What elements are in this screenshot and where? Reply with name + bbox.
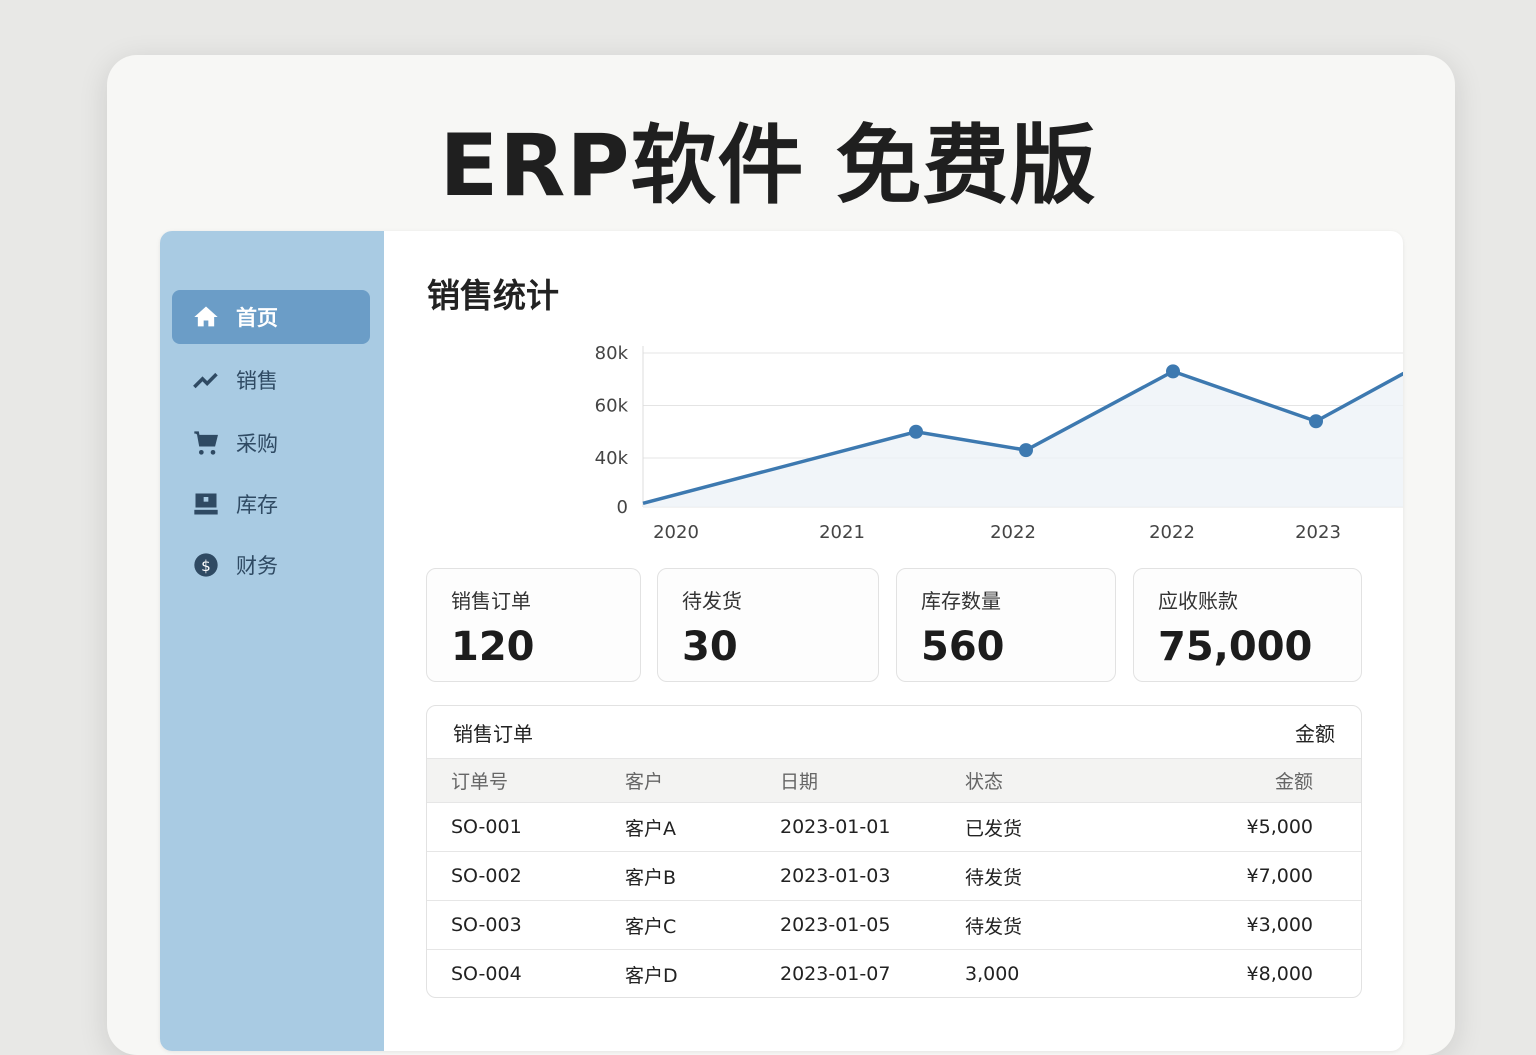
svg-text:$: $ — [201, 557, 211, 575]
data-point — [1166, 364, 1180, 379]
stat-card-receivable: 应收账款 75,000 — [1133, 568, 1362, 682]
column-header[interactable]: 客户 — [625, 767, 663, 794]
y-tick-label: 0 — [617, 497, 628, 518]
table-cell: 2023-01-01 — [780, 816, 891, 838]
stat-label: 应收账款 — [1158, 589, 1238, 613]
data-point — [909, 424, 923, 439]
sidebar-item-label: 库存 — [236, 493, 278, 517]
table-cell: 2023-01-07 — [780, 963, 891, 985]
sidebar-item-inventory[interactable]: 库存 — [172, 477, 370, 531]
table-cell: 客户B — [625, 866, 677, 889]
table-cell: 3,000 — [965, 963, 1020, 985]
stat-value: 120 — [451, 624, 535, 670]
column-header[interactable]: 订单号 — [451, 767, 508, 794]
table-row[interactable]: SO-004 客户D 2023-01-07 3,000 ¥8,000 — [427, 949, 1361, 997]
sidebar-item-sales[interactable]: 销售 — [172, 353, 370, 407]
page-title: ERP软件 免费版 — [439, 116, 1097, 216]
data-point — [1309, 414, 1323, 429]
table-row[interactable]: SO-003 客户C 2023-01-05 待发货 ¥3,000 — [427, 900, 1361, 949]
stat-card-inventory: 库存数量 560 — [896, 568, 1116, 682]
table-row[interactable]: SO-001 客户A 2023-01-01 已发货 ¥5,000 — [427, 802, 1361, 851]
column-header[interactable]: 金额 — [1275, 767, 1313, 794]
orders-table: 销售订单 金额 订单号 客户 日期 状态 金额 SO-001 客户A 2023-01-… — [426, 705, 1362, 998]
column-header[interactable]: 日期 — [780, 767, 818, 794]
dashboard-panel: 首页 销售 采购 库存 $ 财务 销售统计 0 40k 60k 80k 2020 2021… — [160, 231, 1403, 1051]
sidebar-item-label: 采购 — [236, 432, 278, 456]
table-cell: 2023-01-05 — [780, 914, 891, 936]
y-tick-label: 80k — [595, 343, 629, 364]
sidebar-item-label: 财务 — [236, 554, 278, 578]
x-tick-label: 2022 — [1149, 522, 1195, 543]
cart-icon — [194, 431, 218, 455]
table-cell: 2023-01-03 — [780, 865, 891, 887]
sales-chart: 040k60k80k202020212022202220232034 — [595, 343, 1403, 543]
main-content: 销售统计 040k60k80k202020212022202220232034 … — [384, 231, 1403, 1051]
table-title: 销售订单 — [453, 721, 533, 746]
column-header[interactable]: 状态 — [965, 767, 1003, 794]
table-cell: ¥5,000 — [1246, 816, 1313, 838]
dollar-icon: $ — [194, 553, 218, 577]
sidebar: 首页 销售 采购 库存 $ 财务 — [160, 231, 384, 1051]
trend-icon — [193, 372, 218, 389]
sidebar-item-home[interactable]: 首页 — [172, 290, 370, 344]
table-cell: SO-004 — [451, 963, 522, 985]
table-cell: SO-003 — [451, 914, 522, 936]
stat-value: 30 — [682, 624, 738, 670]
inventory-icon — [194, 493, 218, 515]
stat-value: 560 — [921, 624, 1005, 670]
table-row[interactable]: SO-002 客户B 2023-01-03 待发货 ¥7,000 — [427, 851, 1361, 900]
x-tick-label: 2022 — [990, 522, 1036, 543]
table-cell: SO-002 — [451, 865, 522, 887]
y-tick-label: 60k — [595, 396, 629, 417]
sidebar-item-finance[interactable]: $ 财务 — [172, 538, 370, 592]
table-cell: ¥8,000 — [1246, 963, 1313, 985]
table-cell: ¥3,000 — [1246, 914, 1313, 936]
stat-card-pending: 待发货 30 — [657, 568, 879, 682]
stat-label: 待发货 — [682, 589, 742, 613]
stat-card-orders: 销售订单 120 — [426, 568, 641, 682]
table-cell: 待发货 — [965, 915, 1023, 938]
table-cell: 客户A — [625, 817, 676, 840]
table-title-right[interactable]: 金额 — [1295, 718, 1335, 747]
table-cell: 已发货 — [965, 817, 1023, 840]
sidebar-item-label: 销售 — [236, 369, 278, 393]
area-fill — [643, 371, 1403, 507]
stat-value: 75,000 — [1158, 624, 1313, 670]
table-cell: 待发货 — [965, 866, 1023, 889]
home-icon — [194, 306, 218, 327]
table-cell: SO-001 — [451, 816, 522, 838]
table-cell: 客户D — [625, 964, 678, 987]
table-cell: 客户C — [625, 915, 677, 938]
data-point — [1019, 443, 1033, 458]
x-tick-label: 2020 — [653, 522, 699, 543]
table-header-row: 订单号 客户 日期 状态 金额 — [427, 758, 1361, 802]
stat-label: 库存数量 — [921, 589, 1001, 613]
sidebar-item-purchase[interactable]: 采购 — [172, 416, 370, 470]
sidebar-item-label: 首页 — [236, 306, 278, 330]
x-tick-label: 2023 — [1295, 522, 1341, 543]
table-cell: ¥7,000 — [1246, 865, 1313, 887]
x-tick-label: 2021 — [819, 522, 865, 543]
y-tick-label: 40k — [595, 448, 629, 469]
stat-label: 销售订单 — [451, 589, 531, 613]
